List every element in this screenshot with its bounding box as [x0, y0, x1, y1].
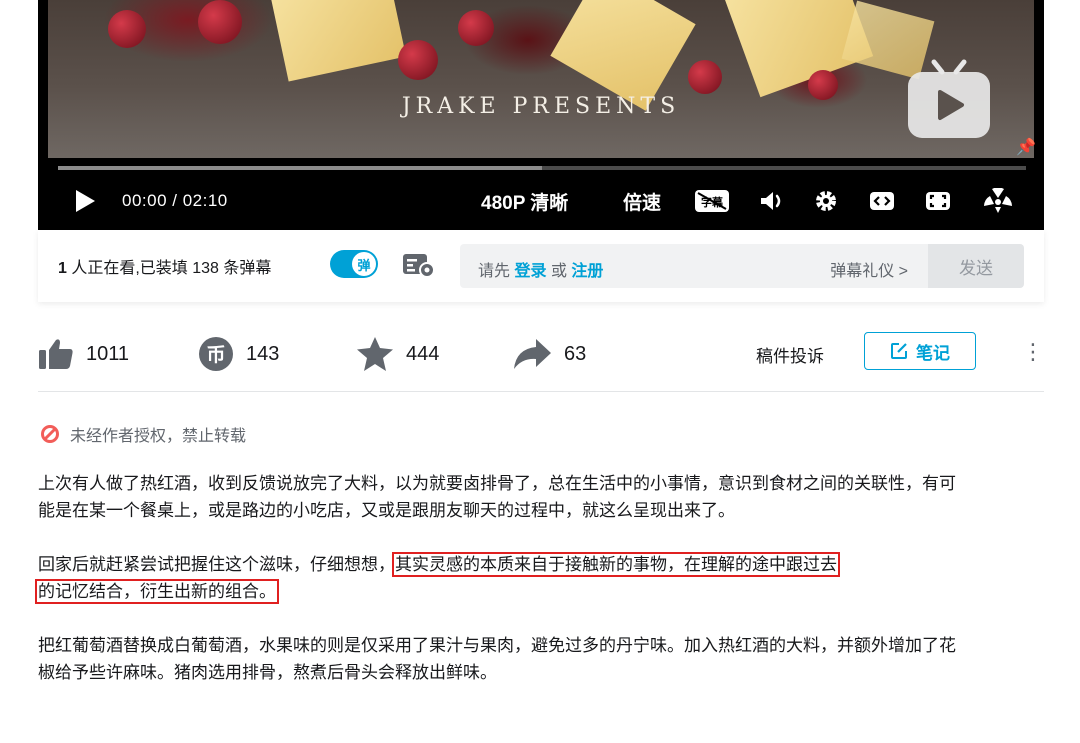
settings-button[interactable]: [808, 178, 844, 224]
subtitle-button[interactable]: 字幕: [692, 178, 732, 224]
viewer-text: 人正在看,已装填 138 条弹幕: [66, 260, 272, 277]
food-image-seed: [458, 10, 494, 46]
report-link[interactable]: 稿件投诉: [756, 342, 824, 367]
like-count: 1011: [86, 342, 130, 365]
thumbs-up-icon: [39, 339, 73, 369]
play-button[interactable]: [68, 178, 102, 224]
time-display: 00:00 / 02:10: [122, 191, 228, 210]
more-options-icon[interactable]: ⋮: [1022, 338, 1044, 368]
viewer-status: 1 人正在看,已装填 138 条弹幕: [58, 254, 271, 278]
danmaku-effect-icon: [984, 188, 1012, 213]
danmaku-input[interactable]: 请先 登录 或 注册 弹幕礼仪 >: [460, 244, 928, 288]
webfullscreen-icon: [926, 192, 950, 210]
register-link[interactable]: 注册: [571, 263, 603, 280]
video-description: 上次有人做了热红酒，收到反馈说放完了大料，以为就要卤排骨了，总在生活中的小事情，…: [35, 470, 958, 713]
prohibited-icon: [41, 425, 59, 443]
player-controls: 00:00 / 02:10 480P 清晰 倍速 字幕: [38, 178, 1044, 224]
pin-icon[interactable]: 📌: [1016, 137, 1036, 157]
bilibili-tv-icon[interactable]: [906, 58, 992, 140]
coin-button[interactable]: 币 143: [198, 336, 279, 372]
progress-bar[interactable]: [58, 166, 1026, 170]
danmaku-login-prompt: 请先 登录 或 注册: [478, 257, 603, 281]
prompt-prefix: 请先: [478, 263, 511, 280]
play-icon: [76, 190, 95, 212]
volume-icon: [761, 192, 781, 210]
svg-text:币: 币: [206, 344, 225, 366]
prompt-or: 或: [550, 263, 567, 280]
settings-icon: [816, 191, 836, 211]
description-paragraph: 上次有人做了热红酒，收到反馈说放完了大料，以为就要卤排骨了，总在生活中的小事情，…: [38, 474, 956, 520]
subtitle-icon: 字幕: [695, 190, 729, 212]
description-paragraph: 回家后就赶紧尝试把握住这个滋味，仔细想想，其实灵感的本质来自于接触新的事物，在理…: [35, 551, 958, 605]
login-link[interactable]: 登录: [514, 263, 546, 280]
video-player[interactable]: JRAKE PRESENTS 📌 00:00 / 02:10 480P 清晰 倍…: [38, 0, 1044, 230]
progress-buffered: [58, 166, 542, 170]
note-label: 笔记: [916, 343, 950, 363]
copyright-notice: 未经作者授权，禁止转载: [40, 422, 246, 446]
danmaku-toggle[interactable]: 弹: [330, 250, 378, 278]
widescreen-button[interactable]: [864, 178, 900, 224]
food-image-seed: [198, 0, 242, 44]
share-count: 63: [564, 342, 587, 365]
volume-button[interactable]: [754, 178, 790, 224]
viewer-count: 1: [58, 260, 67, 277]
speed-button[interactable]: 倍速: [623, 178, 661, 224]
webfullscreen-button[interactable]: [920, 178, 956, 224]
note-button[interactable]: 笔记: [864, 332, 976, 370]
danmaku-bar: 1 人正在看,已装填 138 条弹幕 弹 请先 登录 或 注册 弹幕礼仪 > 发…: [38, 230, 1044, 302]
share-button[interactable]: 63: [512, 336, 586, 372]
star-icon: [357, 337, 393, 371]
copyright-notice-text: 未经作者授权，禁止转载: [70, 428, 247, 445]
coin-count: 143: [246, 342, 280, 365]
danmaku-settings-icon[interactable]: [402, 252, 436, 278]
like-button[interactable]: 1011: [38, 336, 129, 372]
food-image-seed: [688, 60, 722, 94]
favorite-button[interactable]: 444: [356, 336, 439, 372]
danmaku-toggle-knob: 弹: [352, 252, 376, 276]
send-button[interactable]: 发送: [928, 244, 1024, 288]
divider: [38, 391, 1044, 392]
widescreen-icon: [870, 192, 894, 210]
quality-button[interactable]: 480P 清晰: [481, 178, 568, 224]
food-image-chunk: [269, 0, 407, 82]
food-image-seed: [108, 10, 146, 48]
note-edit-icon: [891, 343, 907, 359]
video-caption: JRAKE PRESENTS: [401, 94, 681, 119]
share-arrow-icon: [514, 339, 551, 369]
favorite-count: 444: [406, 342, 440, 365]
food-image-seed: [398, 40, 438, 80]
danmaku-effect-button[interactable]: [980, 178, 1016, 224]
description-paragraph: 把红葡萄酒替换成白葡萄酒，水果味的则是仅采用了果汁与果肉，避免过多的丹宁味。加入…: [38, 636, 956, 682]
highlighted-text: 其实灵感的本质来自于接触新的事物，在理解的途中跟过去: [392, 552, 840, 577]
video-actions: 1011 币 143 444 63 稿件投诉 笔记 ⋮: [38, 328, 1044, 378]
highlighted-text: 的记忆结合，衍生出新的组合。: [35, 579, 279, 604]
danmaku-etiquette-link[interactable]: 弹幕礼仪 >: [830, 257, 908, 281]
video-frame[interactable]: JRAKE PRESENTS: [48, 0, 1034, 158]
coin-icon: 币: [199, 337, 233, 371]
description-text: 回家后就赶紧尝试把握住这个滋味，仔细想想，: [38, 555, 395, 574]
